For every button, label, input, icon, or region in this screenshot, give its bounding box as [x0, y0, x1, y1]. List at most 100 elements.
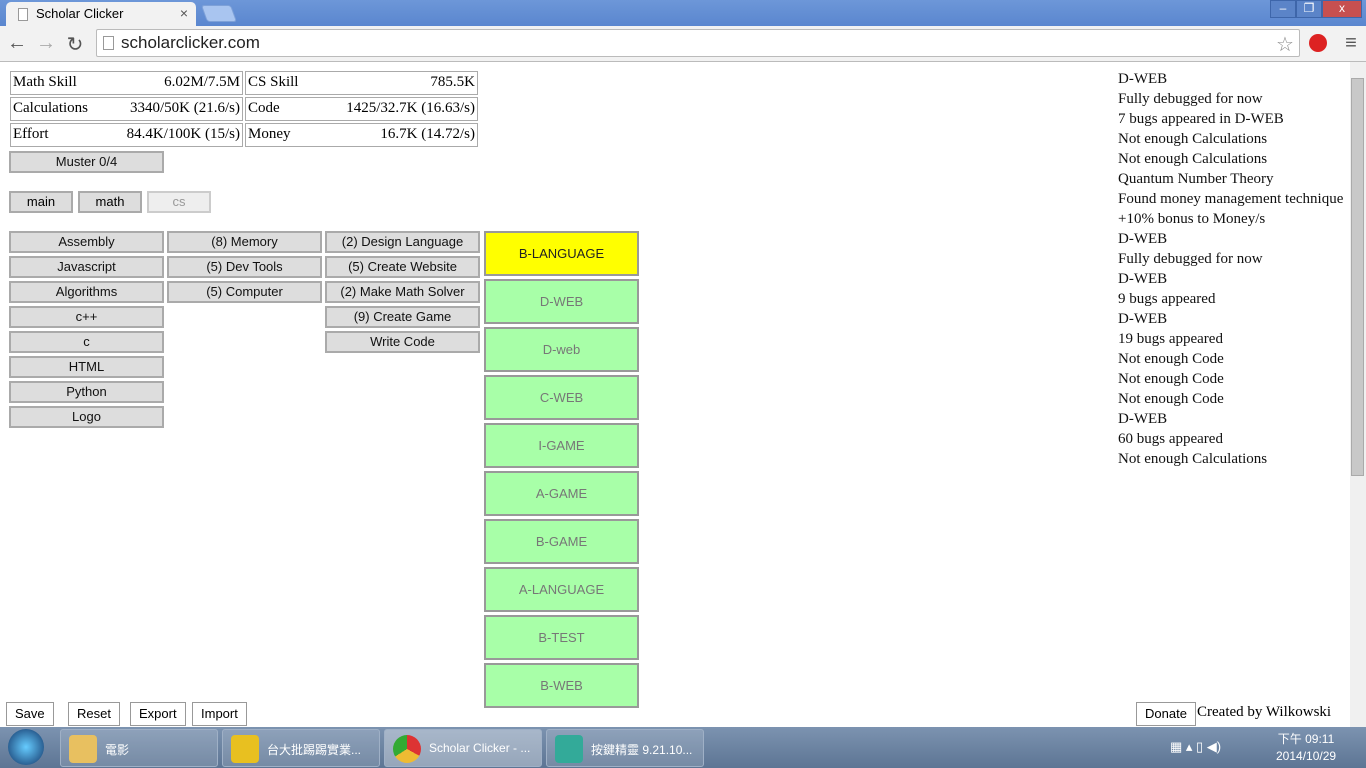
macro-app-icon	[555, 735, 583, 763]
chrome-icon	[393, 735, 421, 763]
project-button[interactable]: B-LANGUAGE	[484, 231, 639, 276]
stat-label: Code	[248, 100, 280, 116]
project-button[interactable]: C-WEB	[484, 375, 639, 420]
stat-code: Code 1425/32.7K (16.63/s)	[245, 97, 478, 121]
restore-button[interactable]: ❐	[1296, 0, 1322, 18]
menu-icon[interactable]: ≡	[1340, 32, 1362, 55]
log-entry: Not enough Code	[1118, 351, 1224, 367]
col2-button[interactable]: (8) Memory	[167, 231, 322, 253]
log-entry: 7 bugs appeared in D-WEB	[1118, 111, 1284, 127]
tab-main[interactable]: main	[9, 191, 73, 213]
project-button[interactable]: B-TEST	[484, 615, 639, 660]
log-entry: Not enough Code	[1118, 391, 1224, 407]
col1-button[interactable]: Javascript	[9, 256, 164, 278]
muster-button[interactable]: Muster 0/4	[9, 151, 164, 173]
stat-value: 84.4K/100K (15/s)	[126, 126, 240, 142]
project-button[interactable]: I-GAME	[484, 423, 639, 468]
export-button[interactable]: Export	[130, 702, 186, 726]
col1-button[interactable]: c	[9, 331, 164, 353]
log-entry: 60 bugs appeared	[1118, 431, 1223, 447]
log-entry: Fully debugged for now	[1118, 251, 1263, 267]
stat-label: Math Skill	[13, 74, 77, 90]
reset-button[interactable]: Reset	[68, 702, 120, 726]
tray-icons[interactable]: ▦ ▴ ▯ ◀)	[1170, 739, 1221, 755]
project-button[interactable]: A-GAME	[484, 471, 639, 516]
forward-icon[interactable]: →	[35, 32, 57, 55]
close-tab-icon[interactable]: ×	[180, 5, 188, 21]
address-bar[interactable]: scholarclicker.com	[96, 29, 1300, 57]
col3-button[interactable]: (2) Design Language	[325, 231, 480, 253]
new-tab-button[interactable]	[200, 5, 238, 22]
log-entry: Not enough Calculations	[1118, 151, 1268, 167]
tab-math[interactable]: math	[78, 191, 142, 213]
stat-calculations: Calculations 3340/50K (21.6/s)	[10, 97, 243, 121]
col3-button[interactable]: (5) Create Website	[325, 256, 480, 278]
page-icon	[18, 8, 28, 21]
col1-button[interactable]: Logo	[9, 406, 164, 428]
project-button[interactable]: D-web	[484, 327, 639, 372]
col1-button[interactable]: HTML	[9, 356, 164, 378]
project-button[interactable]: B-WEB	[484, 663, 639, 708]
col3-button[interactable]: (9) Create Game	[325, 306, 480, 328]
adblock-icon[interactable]	[1309, 34, 1327, 52]
log-entry: D-WEB	[1118, 231, 1168, 247]
folder-icon	[69, 735, 97, 763]
app-icon	[231, 735, 259, 763]
project-button[interactable]: A-LANGUAGE	[484, 567, 639, 612]
stat-value: 6.02M/7.5M	[164, 74, 240, 90]
log-entry: Found money management technique	[1118, 191, 1344, 207]
stat-effort: Effort 84.4K/100K (15/s)	[10, 123, 243, 147]
log-entry: +10% bonus to Money/s	[1118, 211, 1266, 227]
credit-text: Created by Wilkowski	[1197, 704, 1332, 720]
col1-button[interactable]: Assembly	[9, 231, 164, 253]
col1-button[interactable]: Algorithms	[9, 281, 164, 303]
stat-value: 16.7K (14.72/s)	[380, 126, 475, 142]
log-entry: D-WEB	[1118, 411, 1168, 427]
minimize-button[interactable]: –	[1270, 0, 1296, 18]
stat-value: 3340/50K (21.6/s)	[130, 100, 240, 116]
back-icon[interactable]: ←	[6, 32, 28, 55]
stat-cs-skill: CS Skill 785.5K	[245, 71, 478, 95]
stat-math-skill: Math Skill 6.02M/7.5M	[10, 71, 243, 95]
project-button[interactable]: D-WEB	[484, 279, 639, 324]
browser-toolbar: ← → ↻ scholarclicker.com ☆ ≡	[0, 26, 1366, 62]
save-button[interactable]: Save	[6, 702, 54, 726]
stat-label: Calculations	[13, 100, 88, 116]
stat-money: Money 16.7K (14.72/s)	[245, 123, 478, 147]
reload-icon[interactable]: ↻	[64, 32, 86, 57]
taskbar-item-ptt[interactable]: 台大批踢踢實業...	[222, 729, 380, 767]
event-log: D-WEB Fully debugged for now 7 bugs appear…	[1118, 69, 1343, 469]
donate-button[interactable]: Donate	[1136, 702, 1196, 726]
browser-tab[interactable]: Scholar Clicker ×	[6, 2, 196, 28]
log-entry: D-WEB	[1118, 271, 1168, 287]
col2-button[interactable]: (5) Dev Tools	[167, 256, 322, 278]
log-entry: 9 bugs appeared	[1118, 291, 1216, 307]
log-entry: 19 bugs appeared	[1118, 331, 1223, 347]
col3-button[interactable]: Write Code	[325, 331, 480, 353]
log-entry: D-WEB	[1118, 71, 1168, 87]
col3-button[interactable]: (2) Make Math Solver	[325, 281, 480, 303]
star-icon[interactable]: ☆	[1274, 32, 1296, 57]
tab-cs[interactable]: cs	[147, 191, 211, 213]
log-entry: Not enough Calculations	[1118, 451, 1268, 467]
stat-value: 785.5K	[430, 74, 475, 90]
scrollbar-thumb[interactable]	[1351, 78, 1364, 476]
stat-label: Money	[248, 126, 291, 142]
taskbar-item-chrome[interactable]: Scholar Clicker - ...	[384, 729, 542, 767]
stat-value: 1425/32.7K (16.63/s)	[346, 100, 475, 116]
taskbar: 電影 台大批踢踢實業... Scholar Clicker - ... 按鍵精靈…	[0, 727, 1366, 768]
import-button[interactable]: Import	[192, 702, 247, 726]
taskbar-item-macro[interactable]: 按鍵精靈 9.21.10...	[546, 729, 704, 767]
col2-button[interactable]: (5) Computer	[167, 281, 322, 303]
tab-title: Scholar Clicker	[36, 6, 124, 21]
taskbar-item-folder[interactable]: 電影	[60, 729, 218, 767]
project-button[interactable]: B-GAME	[484, 519, 639, 564]
close-window-button[interactable]: x	[1322, 0, 1362, 18]
stat-label: CS Skill	[248, 74, 299, 90]
col1-button[interactable]: Python	[9, 381, 164, 403]
clock[interactable]: 下午 09:11 2014/10/29	[1276, 731, 1336, 765]
start-button[interactable]	[8, 729, 44, 765]
log-entry: Quantum Number Theory	[1118, 171, 1274, 187]
page-icon	[103, 36, 114, 50]
col1-button[interactable]: c++	[9, 306, 164, 328]
